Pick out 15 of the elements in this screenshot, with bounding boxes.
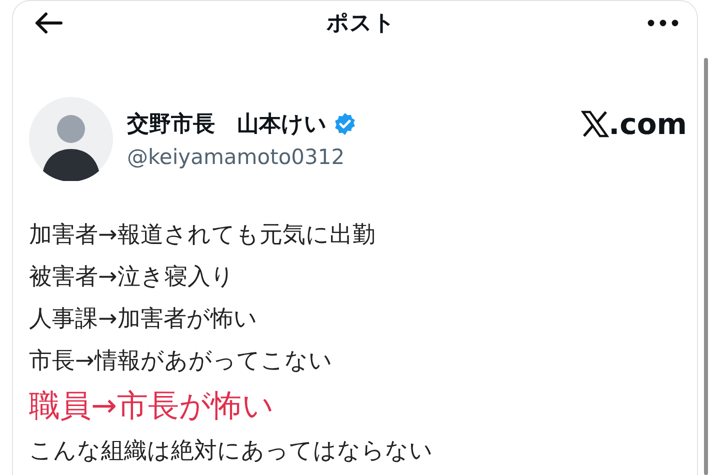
person-silhouette-icon bbox=[29, 97, 113, 181]
header-title: ポスト bbox=[326, 10, 396, 38]
avatar[interactable] bbox=[29, 97, 113, 181]
post-text-line: 市長→情報があがってこない bbox=[29, 347, 334, 376]
site-domain: .com bbox=[608, 107, 687, 141]
post-text-line: 被害者→泣き寝入り bbox=[29, 263, 236, 292]
post-text-line: 加害者→報道されても元気に出勤 bbox=[29, 221, 376, 250]
author-handle[interactable]: @keiyamamoto0312 bbox=[127, 145, 581, 169]
post-text-line: 職員→市長が怖い bbox=[29, 387, 275, 425]
post-text-line: 人事課→加害者が怖い bbox=[29, 305, 258, 334]
author-name[interactable]: 交野市長 山本けい bbox=[127, 109, 327, 139]
post-text-line: こんな組織は絶対にあってはならない bbox=[29, 437, 434, 466]
more-icon bbox=[647, 19, 679, 27]
x-logo-icon bbox=[580, 110, 609, 138]
back-arrow-icon bbox=[33, 11, 63, 35]
